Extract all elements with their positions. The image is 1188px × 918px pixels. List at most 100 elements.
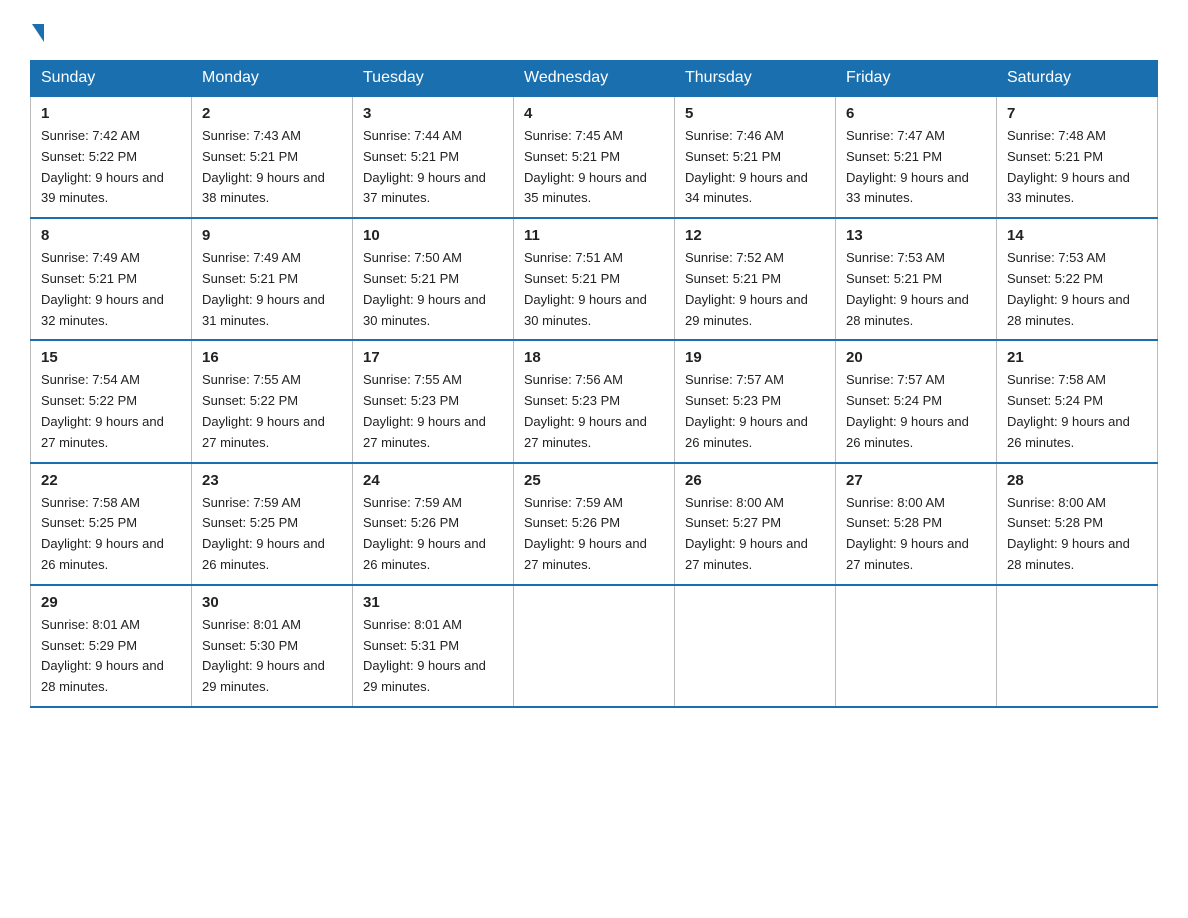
day-number: 21 xyxy=(1007,349,1147,366)
weekday-header-row: SundayMondayTuesdayWednesdayThursdayFrid… xyxy=(31,61,1158,97)
weekday-header-tuesday: Tuesday xyxy=(353,61,514,97)
calendar-cell: 14 Sunrise: 7:53 AMSunset: 5:22 PMDayligh… xyxy=(997,218,1158,340)
day-number: 25 xyxy=(524,472,664,489)
calendar-cell: 6Sunrise: 7:47 AMSunset: 5:21 PMDaylight… xyxy=(836,96,997,218)
calendar-cell: 3 Sunrise: 7:44 AMSunset: 5:21 PMDaylight… xyxy=(353,96,514,218)
day-number: 18 xyxy=(524,349,664,366)
day-number: 31 xyxy=(363,594,503,611)
page-header xyxy=(30,20,1158,42)
weekday-header-saturday: Saturday xyxy=(997,61,1158,97)
day-number: 6 xyxy=(846,105,986,122)
day-info: Sunrise: 7:57 AMSunset: 5:24 PMDaylight:… xyxy=(846,370,986,453)
day-info: Sunrise: 7:55 AMSunset: 5:22 PMDaylight:… xyxy=(202,370,342,453)
day-number: 26 xyxy=(685,472,825,489)
calendar-cell: 27Sunrise: 8:00 AMSunset: 5:28 PMDayligh… xyxy=(836,463,997,585)
day-info: Sunrise: 7:58 AMSunset: 5:24 PMDaylight:… xyxy=(1007,370,1147,453)
day-number: 3 xyxy=(363,105,503,122)
day-number: 17 xyxy=(363,349,503,366)
calendar-cell: 17 Sunrise: 7:55 AMSunset: 5:23 PMDayligh… xyxy=(353,340,514,462)
day-number: 7 xyxy=(1007,105,1147,122)
day-info: Sunrise: 7:55 AMSunset: 5:23 PMDaylight:… xyxy=(363,370,503,453)
day-number: 2 xyxy=(202,105,342,122)
calendar-cell: 25Sunrise: 7:59 AMSunset: 5:26 PMDayligh… xyxy=(514,463,675,585)
calendar-cell: 18 Sunrise: 7:56 AMSunset: 5:23 PMDayligh… xyxy=(514,340,675,462)
calendar-cell: 28 Sunrise: 8:00 AMSunset: 5:28 PMDayligh… xyxy=(997,463,1158,585)
calendar-cell: 26 Sunrise: 8:00 AMSunset: 5:27 PMDayligh… xyxy=(675,463,836,585)
calendar-week-row: 22 Sunrise: 7:58 AMSunset: 5:25 PMDayligh… xyxy=(31,463,1158,585)
day-number: 14 xyxy=(1007,227,1147,244)
day-number: 23 xyxy=(202,472,342,489)
day-number: 5 xyxy=(685,105,825,122)
day-number: 20 xyxy=(846,349,986,366)
calendar-cell: 4 Sunrise: 7:45 AMSunset: 5:21 PMDaylight… xyxy=(514,96,675,218)
day-number: 12 xyxy=(685,227,825,244)
calendar-cell: 1Sunrise: 7:42 AMSunset: 5:22 PMDaylight… xyxy=(31,96,192,218)
calendar-cell: 31 Sunrise: 8:01 AMSunset: 5:31 PMDayligh… xyxy=(353,585,514,707)
day-info: Sunrise: 7:51 AMSunset: 5:21 PMDaylight:… xyxy=(524,248,664,331)
weekday-header-thursday: Thursday xyxy=(675,61,836,97)
calendar-cell xyxy=(514,585,675,707)
day-info: Sunrise: 7:57 AMSunset: 5:23 PMDaylight:… xyxy=(685,370,825,453)
calendar-cell: 21 Sunrise: 7:58 AMSunset: 5:24 PMDayligh… xyxy=(997,340,1158,462)
day-number: 24 xyxy=(363,472,503,489)
day-info: Sunrise: 7:45 AMSunset: 5:21 PMDaylight:… xyxy=(524,126,664,209)
day-number: 28 xyxy=(1007,472,1147,489)
calendar-cell: 12 Sunrise: 7:52 AMSunset: 5:21 PMDayligh… xyxy=(675,218,836,340)
day-info: Sunrise: 7:52 AMSunset: 5:21 PMDaylight:… xyxy=(685,248,825,331)
calendar-table: SundayMondayTuesdayWednesdayThursdayFrid… xyxy=(30,60,1158,708)
calendar-cell: 30Sunrise: 8:01 AMSunset: 5:30 PMDayligh… xyxy=(192,585,353,707)
day-info: Sunrise: 7:44 AMSunset: 5:21 PMDaylight:… xyxy=(363,126,503,209)
calendar-cell: 29Sunrise: 8:01 AMSunset: 5:29 PMDayligh… xyxy=(31,585,192,707)
day-info: Sunrise: 7:49 AMSunset: 5:21 PMDaylight:… xyxy=(202,248,342,331)
logo-arrow-icon xyxy=(32,24,44,42)
calendar-cell: 9Sunrise: 7:49 AMSunset: 5:21 PMDaylight… xyxy=(192,218,353,340)
day-number: 15 xyxy=(41,349,181,366)
day-number: 13 xyxy=(846,227,986,244)
calendar-cell xyxy=(997,585,1158,707)
day-number: 27 xyxy=(846,472,986,489)
weekday-header-sunday: Sunday xyxy=(31,61,192,97)
calendar-cell: 22 Sunrise: 7:58 AMSunset: 5:25 PMDayligh… xyxy=(31,463,192,585)
day-info: Sunrise: 7:58 AMSunset: 5:25 PMDaylight:… xyxy=(41,493,181,576)
calendar-cell: 2 Sunrise: 7:43 AMSunset: 5:21 PMDaylight… xyxy=(192,96,353,218)
day-info: Sunrise: 7:59 AMSunset: 5:25 PMDaylight:… xyxy=(202,493,342,576)
calendar-cell: 10 Sunrise: 7:50 AMSunset: 5:21 PMDayligh… xyxy=(353,218,514,340)
calendar-cell xyxy=(836,585,997,707)
day-info: Sunrise: 8:01 AMSunset: 5:31 PMDaylight:… xyxy=(363,615,503,698)
weekday-header-monday: Monday xyxy=(192,61,353,97)
day-number: 22 xyxy=(41,472,181,489)
calendar-week-row: 8Sunrise: 7:49 AMSunset: 5:21 PMDaylight… xyxy=(31,218,1158,340)
day-info: Sunrise: 7:50 AMSunset: 5:21 PMDaylight:… xyxy=(363,248,503,331)
day-number: 4 xyxy=(524,105,664,122)
calendar-cell: 24 Sunrise: 7:59 AMSunset: 5:26 PMDayligh… xyxy=(353,463,514,585)
calendar-week-row: 1Sunrise: 7:42 AMSunset: 5:22 PMDaylight… xyxy=(31,96,1158,218)
calendar-cell: 19 Sunrise: 7:57 AMSunset: 5:23 PMDayligh… xyxy=(675,340,836,462)
day-number: 10 xyxy=(363,227,503,244)
weekday-header-friday: Friday xyxy=(836,61,997,97)
day-info: Sunrise: 7:42 AMSunset: 5:22 PMDaylight:… xyxy=(41,126,181,209)
calendar-week-row: 29Sunrise: 8:01 AMSunset: 5:29 PMDayligh… xyxy=(31,585,1158,707)
calendar-cell: 23 Sunrise: 7:59 AMSunset: 5:25 PMDayligh… xyxy=(192,463,353,585)
calendar-cell: 15 Sunrise: 7:54 AMSunset: 5:22 PMDayligh… xyxy=(31,340,192,462)
day-info: Sunrise: 7:56 AMSunset: 5:23 PMDaylight:… xyxy=(524,370,664,453)
calendar-cell: 16Sunrise: 7:55 AMSunset: 5:22 PMDayligh… xyxy=(192,340,353,462)
day-info: Sunrise: 7:43 AMSunset: 5:21 PMDaylight:… xyxy=(202,126,342,209)
day-info: Sunrise: 8:00 AMSunset: 5:28 PMDaylight:… xyxy=(1007,493,1147,576)
day-info: Sunrise: 7:59 AMSunset: 5:26 PMDaylight:… xyxy=(363,493,503,576)
calendar-cell: 20 Sunrise: 7:57 AMSunset: 5:24 PMDayligh… xyxy=(836,340,997,462)
calendar-cell: 7 Sunrise: 7:48 AMSunset: 5:21 PMDaylight… xyxy=(997,96,1158,218)
day-info: Sunrise: 7:48 AMSunset: 5:21 PMDaylight:… xyxy=(1007,126,1147,209)
day-info: Sunrise: 7:49 AMSunset: 5:21 PMDaylight:… xyxy=(41,248,181,331)
calendar-cell xyxy=(675,585,836,707)
logo xyxy=(30,20,44,42)
calendar-cell: 8Sunrise: 7:49 AMSunset: 5:21 PMDaylight… xyxy=(31,218,192,340)
day-info: Sunrise: 8:00 AMSunset: 5:27 PMDaylight:… xyxy=(685,493,825,576)
day-info: Sunrise: 8:01 AMSunset: 5:29 PMDaylight:… xyxy=(41,615,181,698)
calendar-cell: 11Sunrise: 7:51 AMSunset: 5:21 PMDayligh… xyxy=(514,218,675,340)
day-info: Sunrise: 7:54 AMSunset: 5:22 PMDaylight:… xyxy=(41,370,181,453)
calendar-cell: 13Sunrise: 7:53 AMSunset: 5:21 PMDayligh… xyxy=(836,218,997,340)
day-number: 19 xyxy=(685,349,825,366)
day-info: Sunrise: 7:53 AMSunset: 5:22 PMDaylight:… xyxy=(1007,248,1147,331)
calendar-week-row: 15 Sunrise: 7:54 AMSunset: 5:22 PMDayligh… xyxy=(31,340,1158,462)
day-number: 30 xyxy=(202,594,342,611)
